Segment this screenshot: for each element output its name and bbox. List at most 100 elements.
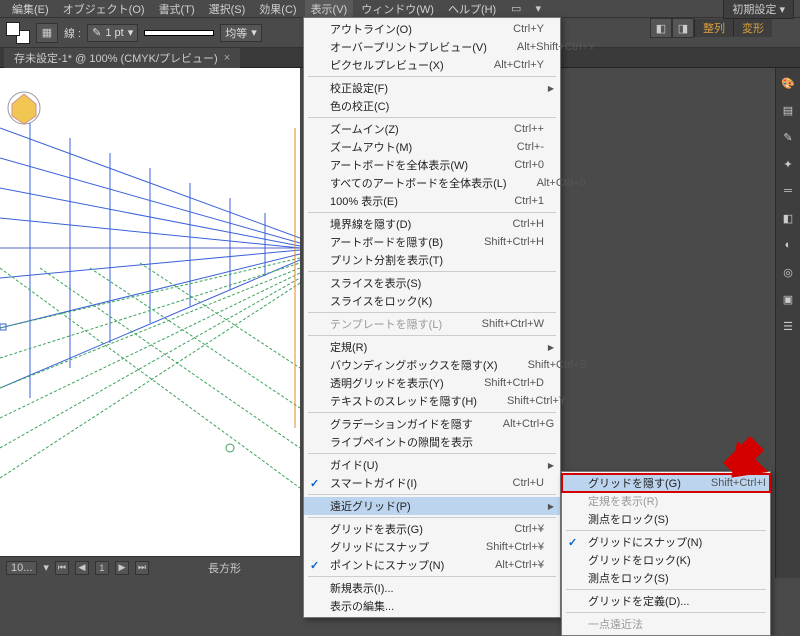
panel-transform[interactable]: 変形 (733, 19, 772, 37)
brush-icon[interactable]: ✎ (779, 128, 797, 146)
menu-item[interactable]: 新規表示(I)... (304, 579, 560, 597)
menu-item[interactable]: 測点をロック(S) (562, 569, 770, 587)
appearance-icon[interactable]: ◎ (779, 263, 797, 281)
document-tab[interactable]: 存未設定-1* @ 100% (CMYK/プレビュー) × (4, 48, 240, 68)
symbol-icon[interactable]: ✦ (779, 155, 797, 173)
menu-item[interactable]: 100% 表示(E)Ctrl+1 (304, 192, 560, 210)
menu-item-label: ピクセルプレビュー(X) (330, 57, 444, 73)
layout-icon[interactable]: ▭ (508, 1, 524, 17)
stroke-icon[interactable]: ═ (779, 182, 797, 200)
menu-item[interactable]: 表示の編集... (304, 597, 560, 615)
layers-icon[interactable]: ☰ (779, 317, 797, 335)
graphic-styles-icon[interactable]: ▣ (779, 290, 797, 308)
menu-item-label: 新規表示(I)... (330, 580, 394, 596)
menu-item-label: すべてのアートボードを全体表示(L) (330, 175, 507, 191)
menu-item[interactable]: ズームイン(Z)Ctrl++ (304, 120, 560, 138)
menu-item-label: 透明グリッドを表示(Y) (330, 375, 444, 391)
last-artboard-button[interactable]: ⏭ (135, 561, 149, 575)
panel-tabs: ◧ ◨ 整列 変形 (650, 19, 772, 37)
menu-item-shortcut: Shift+Ctrl+W (452, 318, 544, 330)
menu-item[interactable]: ピクセルプレビュー(X)Alt+Ctrl+Y (304, 56, 560, 74)
next-artboard-button[interactable]: ▶ (115, 561, 129, 575)
close-icon[interactable]: × (224, 52, 230, 64)
perspective-grid (0, 68, 300, 556)
menu-item[interactable]: グリッドを表示(G)Ctrl+¥ (304, 520, 560, 538)
menu-item-label: スライスをロック(K) (330, 293, 432, 309)
menu-view[interactable]: 表示(V) (305, 0, 354, 18)
menu-item[interactable]: ガイド(U) (304, 456, 560, 474)
stroke-preview[interactable] (144, 30, 214, 36)
menu-item[interactable]: 境界線を隠す(D)Ctrl+H (304, 215, 560, 233)
menu-item[interactable]: ライブペイントの隙間を表示 (304, 433, 560, 451)
menu-item-label: アートボードを隠す(B) (330, 234, 443, 250)
menu-item[interactable]: アートボードを全体表示(W)Ctrl+0 (304, 156, 560, 174)
prev-artboard-button[interactable]: ◀ (75, 561, 89, 575)
submenu-perspective-grid[interactable]: グリッドを隠す(G)Shift+Ctrl+I定規を表示(R)測点をロック(S)✓… (561, 471, 771, 636)
menu-window[interactable]: ウィンドウ(W) (355, 0, 440, 18)
menu-item[interactable]: アートボードを隠す(B)Shift+Ctrl+H (304, 233, 560, 251)
menu-item[interactable]: プリント分割を表示(T) (304, 251, 560, 269)
panel-arrange[interactable]: 整列 (694, 19, 733, 37)
fill-stroke-swatch[interactable] (6, 22, 30, 44)
menu-item[interactable]: ✓スマートガイド(I)Ctrl+U (304, 474, 560, 492)
menu-item[interactable]: オーバープリントプレビュー(V)Alt+Shift+Ctrl+Y (304, 38, 560, 56)
stroke-label: 線 : (64, 25, 81, 41)
menu-view-dropdown[interactable]: アウトライン(O)Ctrl+Yオーバープリントプレビュー(V)Alt+Shift… (303, 17, 561, 618)
canvas[interactable] (0, 68, 300, 578)
menu-item-label: グリッドを定義(D)... (588, 593, 689, 609)
menu-item-label: 定規(R) (330, 339, 367, 355)
menu-item[interactable]: 透明グリッドを表示(Y) Shift+Ctrl+D (304, 374, 560, 392)
transparency-icon[interactable]: ◐ (779, 236, 797, 254)
zoom-field[interactable]: 10... (6, 561, 37, 575)
workspace-switcher[interactable]: 初期設定 ▾ (723, 0, 794, 19)
menu-object[interactable]: オブジェクト(O) (57, 0, 151, 18)
menu-item[interactable]: グリッドをロック(K) (562, 551, 770, 569)
menu-item[interactable]: テキストのスレッドを隠す(H)Shift+Ctrl+Y (304, 392, 560, 410)
menu-item[interactable]: アウトライン(O)Ctrl+Y (304, 20, 560, 38)
layout-dropdown-icon[interactable]: ▾ (530, 1, 546, 17)
menu-item[interactable]: 色の校正(C) (304, 97, 560, 115)
menu-item-shortcut: Ctrl+Y (483, 23, 544, 35)
menu-item[interactable]: 定規(R) (304, 338, 560, 356)
swatches-icon[interactable]: ▤ (779, 101, 797, 119)
stroke-weight-dropdown[interactable]: ✎ 1 pt ▾ (87, 24, 138, 42)
stroke-profile-dropdown[interactable]: 均等 ▾ (220, 24, 262, 42)
menu-item[interactable]: ✓ポイントにスナップ(N)Alt+Ctrl+¥ (304, 556, 560, 574)
menu-item-shortcut: Alt+Ctrl+0 (507, 177, 586, 189)
panel-icon-1[interactable]: ◧ (650, 18, 672, 38)
menu-item[interactable]: スライスをロック(K) (304, 292, 560, 310)
panel-icon-2[interactable]: ◨ (672, 18, 694, 38)
menu-item[interactable]: グリッドを隠す(G)Shift+Ctrl+I (562, 474, 770, 492)
menu-item-label: 表示の編集... (330, 598, 394, 614)
menu-item[interactable]: ✓グリッドにスナップ(N) (562, 533, 770, 551)
menu-edit[interactable]: 編集(E) (6, 0, 55, 18)
menu-item[interactable]: グリッドを定義(D)... (562, 592, 770, 610)
menu-type[interactable]: 書式(T) (153, 0, 201, 18)
check-icon: ✓ (310, 477, 319, 490)
menu-select[interactable]: 選択(S) (203, 0, 252, 18)
menu-item[interactable]: ズームアウト(M)Ctrl+- (304, 138, 560, 156)
menu-item-shortcut: Ctrl+U (483, 477, 544, 489)
menu-item[interactable]: グラデーションガイドを隠すAlt+Ctrl+G (304, 415, 560, 433)
zoom-dropdown-icon[interactable]: ▾ (43, 561, 49, 574)
menu-item[interactable]: バウンディングボックスを隠す(X)Shift+Ctrl+B (304, 356, 560, 374)
palette-icon[interactable]: 🎨 (779, 74, 797, 92)
menu-item[interactable]: グリッドにスナップShift+Ctrl+¥ (304, 538, 560, 556)
menu-item[interactable]: 校正設定(F) (304, 79, 560, 97)
menu-item-shortcut: Alt+Shift+Ctrl+Y (487, 41, 596, 53)
gradient-icon[interactable]: ◧ (779, 209, 797, 227)
menu-item[interactable]: スライスを表示(S) (304, 274, 560, 292)
menu-item[interactable]: すべてのアートボードを全体表示(L)Alt+Ctrl+0 (304, 174, 560, 192)
swatch-small-icon[interactable]: ▦ (36, 23, 58, 43)
menu-help[interactable]: ヘルプ(H) (442, 0, 502, 18)
menu-item[interactable]: 測点をロック(S) (562, 510, 770, 528)
menu-item-label: ズームアウト(M) (330, 139, 412, 155)
artboard-number[interactable]: 1 (95, 561, 109, 575)
menu-item[interactable]: 遠近グリッド(P) (304, 497, 560, 515)
menu-item-label: 校正設定(F) (330, 80, 388, 96)
menu-item-shortcut: Shift+Ctrl+D (454, 377, 544, 389)
menu-effect[interactable]: 効果(C) (253, 0, 302, 18)
menu-item-shortcut: Ctrl+1 (484, 195, 544, 207)
menu-item-label: グラデーションガイドを隠す (330, 416, 473, 432)
first-artboard-button[interactable]: ⏮ (55, 561, 69, 575)
